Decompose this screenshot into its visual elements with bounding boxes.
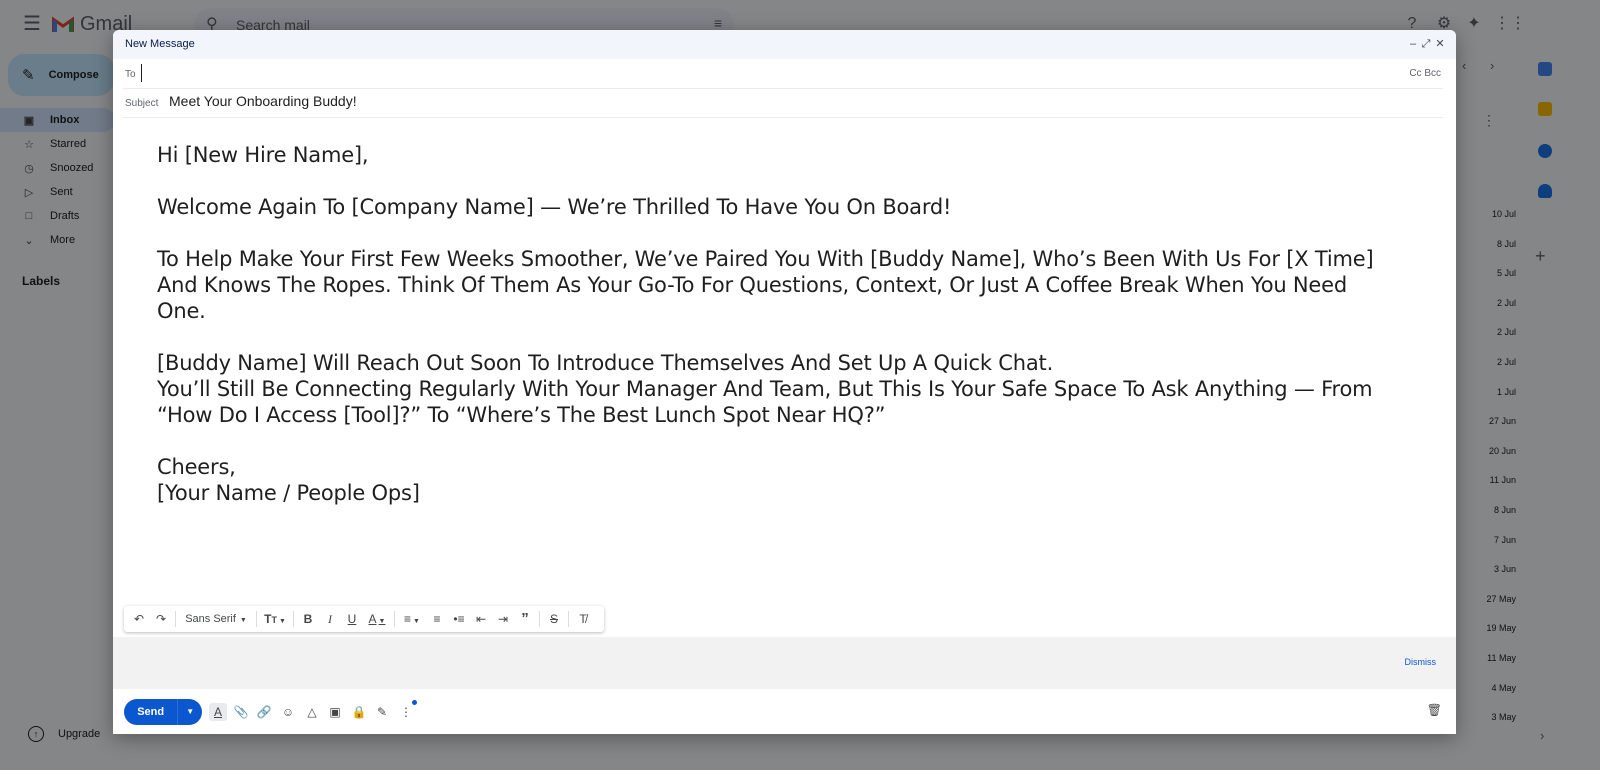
signature-pen-icon[interactable]: ✎ [373, 703, 391, 721]
indent-less-icon[interactable]: ⇤ [470, 606, 492, 632]
bold-icon[interactable]: B [297, 606, 319, 632]
send-label: Send [137, 706, 165, 718]
font-family-label: Sans Serif [185, 613, 236, 625]
insert-photo-icon[interactable]: ▣ [326, 703, 344, 721]
message-body[interactable]: Hi [New Hire Name], Welcome Again To [Co… [157, 142, 1397, 506]
notification-dot [412, 700, 417, 705]
strikethrough-icon[interactable]: S [543, 606, 565, 632]
formatting-options-icon[interactable]: A [209, 703, 227, 721]
subject-field[interactable]: Meet Your Onboarding Buddy! [169, 93, 357, 109]
numbered-list-icon[interactable]: ≡ [426, 606, 448, 632]
send-button[interactable]: Send ▼ [124, 699, 202, 725]
font-family-select[interactable]: Sans Serif ▼ [179, 606, 253, 632]
compose-footer: Send ▼ A 📎 🔗 ☺ △ ▣ 🔒 ✎ ⋮ 🗑 [113, 689, 1456, 734]
close-icon[interactable]: ✕ [1433, 36, 1447, 52]
align-icon[interactable]: ≡ ▼ [398, 606, 426, 632]
minimize-icon[interactable]: – [1406, 36, 1420, 52]
drive-icon[interactable]: △ [303, 703, 321, 721]
body-signoff: Cheers, [157, 455, 236, 479]
body-paragraph-1: Welcome Again To [Company Name] — We’re … [157, 195, 952, 219]
subject-row: Subject Meet Your Onboarding Buddy! [123, 88, 1443, 118]
text-color-icon[interactable]: A ▼ [363, 606, 391, 632]
emoji-icon[interactable]: ☺ [279, 703, 297, 721]
italic-icon[interactable]: I [319, 606, 341, 632]
to-field[interactable] [141, 64, 1344, 82]
cc-bcc-link[interactable]: Cc Bcc [1409, 68, 1441, 79]
compose-title: New Message [125, 38, 195, 50]
attach-file-icon[interactable]: 📎 [232, 703, 250, 721]
bulleted-list-icon[interactable]: •≡ [448, 606, 470, 632]
confidential-mode-icon[interactable]: 🔒 [350, 703, 368, 721]
compose-header: New Message – ⤢ ✕ [113, 30, 1456, 59]
more-options-icon[interactable]: ⋮ [397, 703, 415, 721]
insert-link-icon[interactable]: 🔗 [255, 703, 273, 721]
body-paragraph-3a: [Buddy Name] Will Reach Out Soon To Intr… [157, 351, 1054, 375]
dismiss-link[interactable]: Dismiss [1405, 657, 1437, 667]
subject-label: Subject [125, 98, 159, 109]
underline-icon[interactable]: U [341, 606, 363, 632]
body-signature: [Your Name / People Ops] [157, 481, 420, 505]
redo-icon[interactable]: ↷ [150, 606, 172, 632]
undo-icon[interactable]: ↶ [128, 606, 150, 632]
discard-draft-icon[interactable]: 🗑 [1427, 703, 1442, 717]
notice-bar: Dismiss [113, 637, 1456, 689]
to-row: To Cc Bcc [123, 59, 1443, 89]
remove-formatting-icon[interactable]: T̸ [572, 606, 594, 632]
formatting-toolbar: ↶ ↷ Sans Serif ▼ TT ▼ B I U A ▼ ≡ ▼ ≡ •≡ ⇤ … [124, 606, 604, 632]
quote-icon[interactable]: ” [514, 606, 536, 632]
indent-more-icon[interactable]: ⇥ [492, 606, 514, 632]
body-paragraph-2: To Help Make Your First Few Weeks Smooth… [157, 247, 1374, 323]
body-paragraph-3b: You’ll Still Be Connecting Regularly Wit… [157, 377, 1373, 427]
to-label: To [125, 69, 136, 80]
text-size-icon[interactable]: TT ▼ [260, 606, 290, 632]
body-greeting: Hi [New Hire Name], [157, 143, 369, 167]
send-options-chevron-icon[interactable]: ▼ [177, 699, 202, 725]
compose-dialog: New Message – ⤢ ✕ To Cc Bcc Subject Meet… [113, 30, 1456, 734]
exit-fullscreen-icon[interactable]: ⤢ [1419, 36, 1433, 52]
